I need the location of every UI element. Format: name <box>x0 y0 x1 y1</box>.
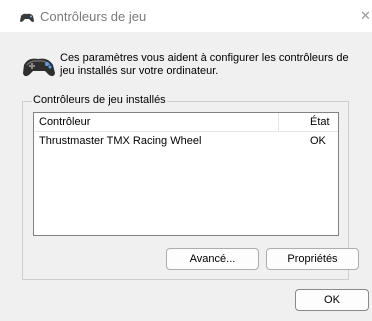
game-controllers-dialog: Contrôleurs de jeu ✕ Ces paramètres vous… <box>0 0 372 321</box>
controller-state: OK <box>310 135 326 147</box>
close-button[interactable]: ✕ <box>360 9 371 23</box>
window-title: Contrôleurs de jeu <box>40 9 147 24</box>
column-header-state[interactable]: État <box>310 116 330 128</box>
controllers-list[interactable]: Contrôleur État Thrustmaster TMX Racing … <box>33 112 339 236</box>
list-header: Contrôleur État <box>34 113 338 132</box>
advanced-button[interactable]: Avancé... <box>166 248 259 270</box>
ok-button[interactable]: OK <box>295 289 369 311</box>
gamepad-icon <box>23 58 55 77</box>
list-item[interactable]: Thrustmaster TMX Racing Wheel OK <box>34 134 338 150</box>
column-header-controller[interactable]: Contrôleur <box>39 116 90 128</box>
dialog-description: Ces paramètres vous aident à configurer … <box>60 52 349 77</box>
column-divider[interactable] <box>278 113 279 131</box>
properties-button[interactable]: Propriétés <box>266 248 359 270</box>
title-bar: Contrôleurs de jeu ✕ <box>0 0 372 32</box>
controller-name: Thrustmaster TMX Racing Wheel <box>39 135 202 147</box>
group-label: Contrôleurs de jeu installés <box>32 94 167 106</box>
gamepad-icon <box>20 13 34 22</box>
